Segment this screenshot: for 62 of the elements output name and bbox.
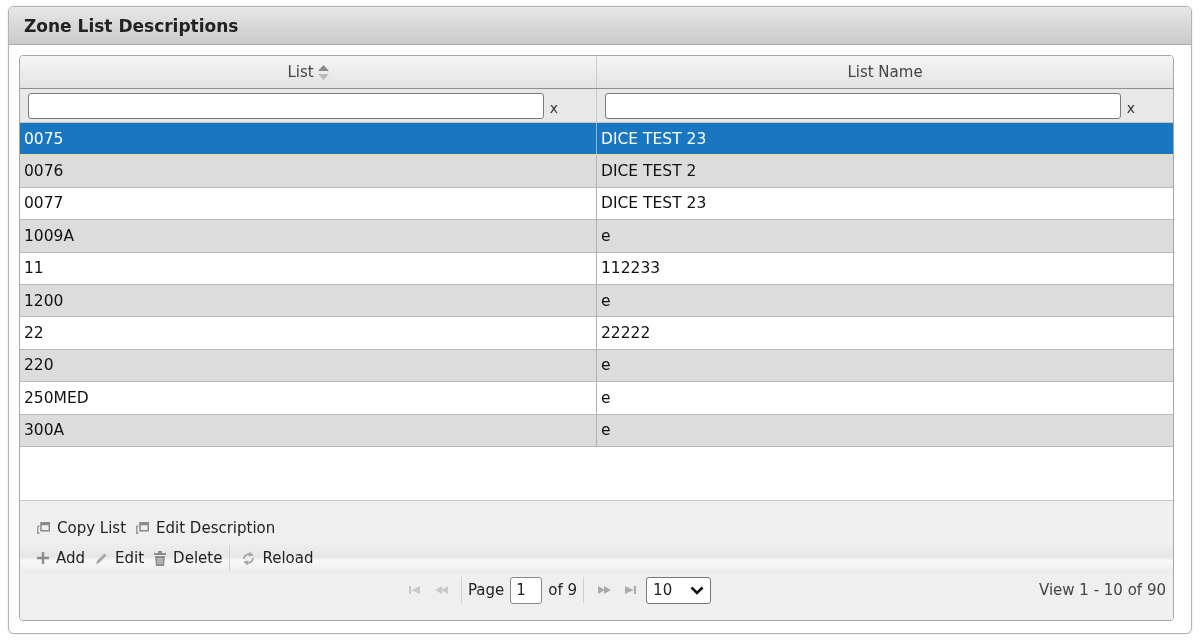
table-cell: 0076 bbox=[20, 155, 597, 187]
pencil-icon bbox=[95, 551, 109, 565]
table-cell: 11 bbox=[20, 252, 597, 284]
table-cell-text: e bbox=[600, 225, 612, 247]
table-row[interactable]: 250MED e bbox=[20, 382, 1173, 415]
toolbar-button[interactable]: Add bbox=[32, 545, 91, 571]
table-cell-text: e bbox=[600, 420, 612, 442]
skip-last-icon bbox=[625, 586, 637, 594]
table-cell-text: DICE TEST 23 bbox=[600, 128, 708, 150]
table-cell: 0077 bbox=[20, 187, 597, 220]
table-cell: 300A bbox=[20, 414, 597, 446]
table-cell: 250MED bbox=[20, 382, 597, 414]
plus-icon bbox=[37, 552, 49, 564]
column-header[interactable]: List bbox=[20, 56, 597, 88]
page-size-select[interactable]: 10 bbox=[646, 576, 712, 604]
sort-arrows-icon bbox=[317, 64, 329, 80]
filter-field[interactable] bbox=[28, 92, 544, 119]
column-title: List bbox=[287, 63, 314, 81]
table-row[interactable]: 0076 DICE TEST 2 bbox=[20, 155, 1173, 188]
refresh-icon bbox=[242, 550, 256, 566]
column-title: List Name bbox=[847, 63, 923, 81]
copy-icon bbox=[37, 522, 50, 534]
toolbar-button[interactable]: Edit bbox=[90, 545, 150, 571]
table-row[interactable]: 11 112233 bbox=[20, 252, 1173, 285]
table-row[interactable]: 1009A e bbox=[20, 220, 1173, 253]
toolbar-button[interactable]: Delete bbox=[149, 545, 228, 571]
table-row[interactable]: 0075 DICE TEST 23 bbox=[20, 123, 1173, 156]
toolbar-button[interactable]: Copy List bbox=[32, 515, 132, 541]
table-row[interactable]: 22 22222 bbox=[20, 317, 1173, 350]
chevron-down-icon bbox=[690, 585, 705, 595]
table-cell-text: 112233 bbox=[600, 258, 662, 280]
double-left-arrow-icon bbox=[434, 586, 449, 594]
page-count-text: of 9 bbox=[548, 581, 578, 599]
toolbar-button[interactable]: Reload bbox=[237, 545, 319, 571]
page-label: Page bbox=[468, 581, 505, 599]
table-cell: 220 bbox=[20, 349, 597, 382]
table-cell: 0075 bbox=[20, 123, 597, 155]
table-row[interactable]: 220 e bbox=[20, 349, 1173, 383]
table-row[interactable]: 1200 e bbox=[20, 284, 1173, 318]
column-header[interactable]: List Name bbox=[597, 56, 1173, 88]
skip-first-icon bbox=[409, 586, 420, 594]
toolbar-button[interactable]: Edit Description bbox=[131, 515, 281, 541]
table-cell-text: DICE TEST 23 bbox=[600, 193, 708, 215]
table-cell: 1009A bbox=[20, 220, 597, 252]
panel-title: Zone List Descriptions bbox=[24, 15, 239, 36]
copy-icon bbox=[136, 522, 150, 534]
record-count-text: View 1 - 10 of 90 bbox=[1038, 581, 1166, 599]
table-cell: 1200 bbox=[20, 284, 597, 317]
table-cell-text: e bbox=[600, 290, 612, 312]
trash-icon bbox=[154, 550, 167, 566]
table-row[interactable]: 0077 DICE TEST 23 bbox=[20, 187, 1173, 221]
page-number-field[interactable]: 1 bbox=[510, 576, 543, 604]
clear-filter-button[interactable]: x bbox=[1126, 99, 1135, 116]
table-cell: 22 bbox=[20, 317, 597, 349]
table-row[interactable]: 300A e bbox=[20, 414, 1173, 447]
table-cell-text: DICE TEST 2 bbox=[600, 161, 698, 183]
filter-field[interactable] bbox=[605, 92, 1121, 119]
table-cell-text: e bbox=[600, 355, 612, 377]
table-cell-text: e bbox=[600, 387, 612, 409]
table-cell-text: 22222 bbox=[600, 323, 652, 345]
clear-filter-button[interactable]: x bbox=[549, 99, 558, 116]
double-right-arrow-icon bbox=[596, 586, 611, 594]
